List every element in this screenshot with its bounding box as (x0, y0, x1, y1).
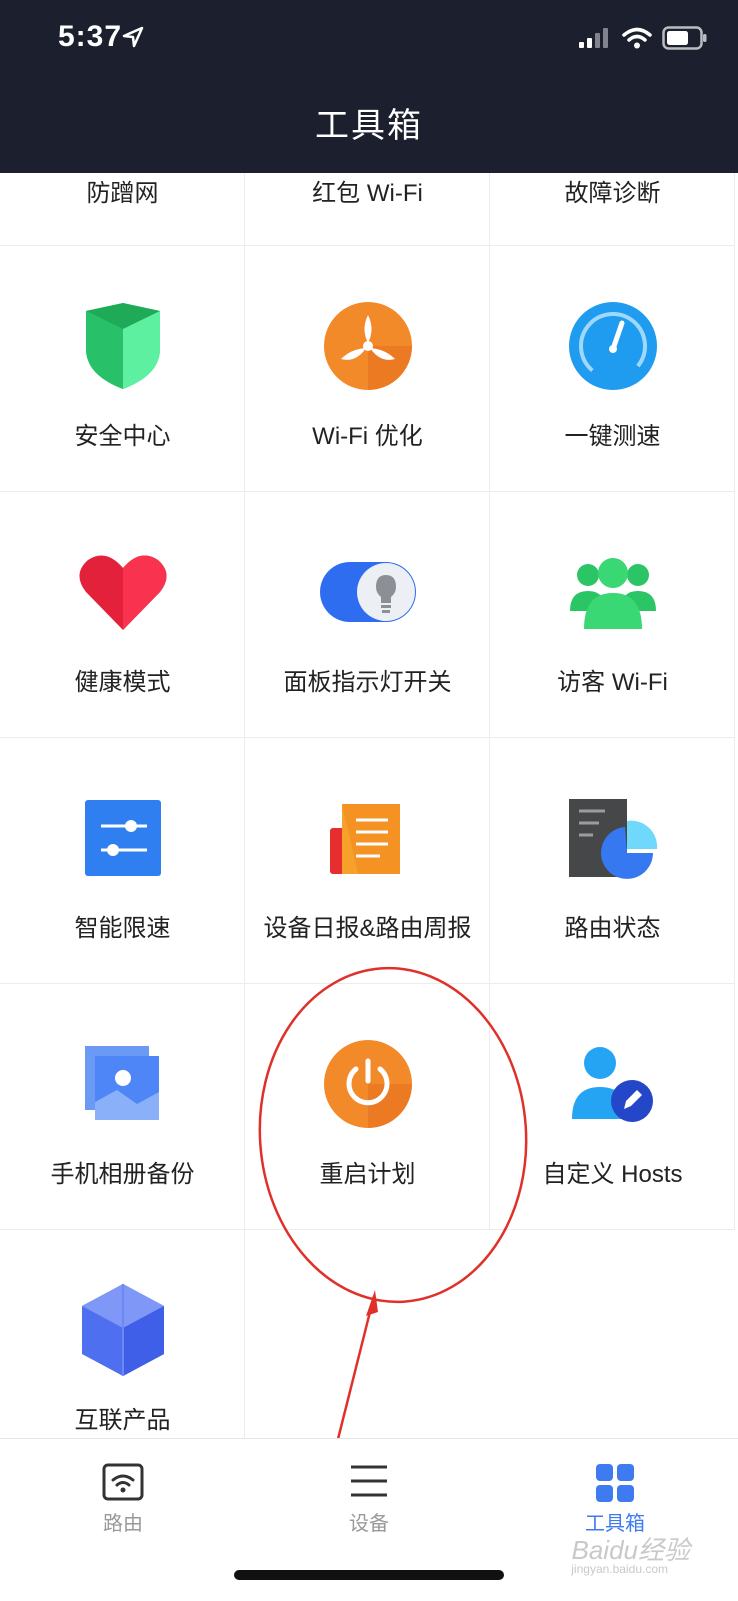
status-bar: 5:37 (0, 0, 738, 80)
tool-custom-hosts[interactable]: 自定义 Hosts (490, 984, 735, 1230)
tool-security-center[interactable]: 安全中心 (0, 246, 245, 492)
tool-health-mode[interactable]: 健康模式 (0, 492, 245, 738)
tool-label: 红包 Wi-Fi (312, 180, 423, 207)
tool-label: 自定义 Hosts (542, 1161, 683, 1188)
shield-icon (85, 303, 160, 389)
tool-router-status[interactable]: 路由状态 (490, 738, 735, 984)
home-indicator (234, 1570, 504, 1580)
tool-label: 面板指示灯开关 (283, 669, 452, 696)
cube-icon (81, 1284, 164, 1376)
tool-photo-backup[interactable]: 手机相册备份 (0, 984, 245, 1230)
sliders-icon (84, 800, 161, 876)
tool-label: 智能限速 (74, 915, 171, 942)
empty-cell (245, 1230, 490, 1438)
wifi-icon (622, 27, 652, 49)
grid-icon (596, 1464, 634, 1502)
report-icon (329, 804, 400, 874)
tool-label: 一键测速 (564, 423, 661, 450)
menu-icon (351, 1465, 387, 1497)
tool-label: 重启计划 (319, 1161, 416, 1188)
tool-reboot-schedule[interactable]: 重启计划 (245, 984, 490, 1230)
tool-daily-weekly-report[interactable]: 设备日报&路由周报 (245, 738, 490, 984)
tool-anti-freeloader[interactable]: 防蹭网 (0, 173, 245, 246)
tool-wifi-optimize[interactable]: Wi-Fi 优化 (245, 246, 490, 492)
tool-connected-products[interactable]: 互联产品 (0, 1230, 245, 1438)
signal-icon (579, 28, 608, 48)
tab-devices[interactable]: 设备 (246, 1439, 492, 1549)
tool-label: 路由状态 (564, 915, 661, 942)
page-header: 工具箱 (0, 80, 738, 173)
tool-label: 安全中心 (74, 423, 171, 450)
router-icon (102, 1463, 144, 1501)
tool-label: 访客 Wi-Fi (557, 669, 668, 696)
location-arrow-icon (122, 26, 144, 48)
power-icon (323, 1040, 412, 1128)
fan-icon (323, 302, 412, 390)
tab-label: 设备 (349, 1513, 389, 1535)
speedometer-icon (568, 302, 657, 390)
status-time: 5:37 (58, 20, 123, 53)
tool-label: Wi-Fi 优化 (312, 423, 423, 450)
photo-icon (84, 1046, 159, 1120)
status-icons (578, 26, 708, 50)
tool-grid: 防蹭网 红包 Wi-Fi 故障诊断 安全中心 Wi-Fi 优化 一键测速 健康模… (0, 173, 738, 1438)
heart-icon (78, 555, 167, 630)
tool-label: 故障诊断 (564, 180, 661, 207)
tool-label: 设备日报&路由周报 (263, 915, 472, 942)
tool-speed-test[interactable]: 一键测速 (490, 246, 735, 492)
tool-guest-wifi[interactable]: 访客 Wi-Fi (490, 492, 735, 738)
tab-router[interactable]: 路由 (0, 1439, 246, 1549)
guests-icon (569, 558, 656, 629)
tool-label: 健康模式 (74, 669, 171, 696)
watermark-url: jingyan.baidu.com (571, 1562, 668, 1576)
bulb-toggle-icon (319, 562, 416, 622)
tool-label: 防蹭网 (86, 180, 159, 207)
tool-red-packet-wifi[interactable]: 红包 Wi-Fi (245, 173, 490, 246)
battery-icon (662, 26, 707, 50)
page-title: 工具箱 (315, 107, 423, 145)
tab-label: 路由 (103, 1513, 143, 1535)
tool-label: 互联产品 (74, 1407, 171, 1434)
tool-fault-diagnosis[interactable]: 故障诊断 (490, 173, 735, 246)
tool-panel-light-switch[interactable]: 面板指示灯开关 (245, 492, 490, 738)
tool-label: 手机相册备份 (50, 1161, 195, 1188)
tool-smart-speed-limit[interactable]: 智能限速 (0, 738, 245, 984)
user-edit-icon (571, 1047, 653, 1122)
status-chart-icon (568, 799, 657, 879)
